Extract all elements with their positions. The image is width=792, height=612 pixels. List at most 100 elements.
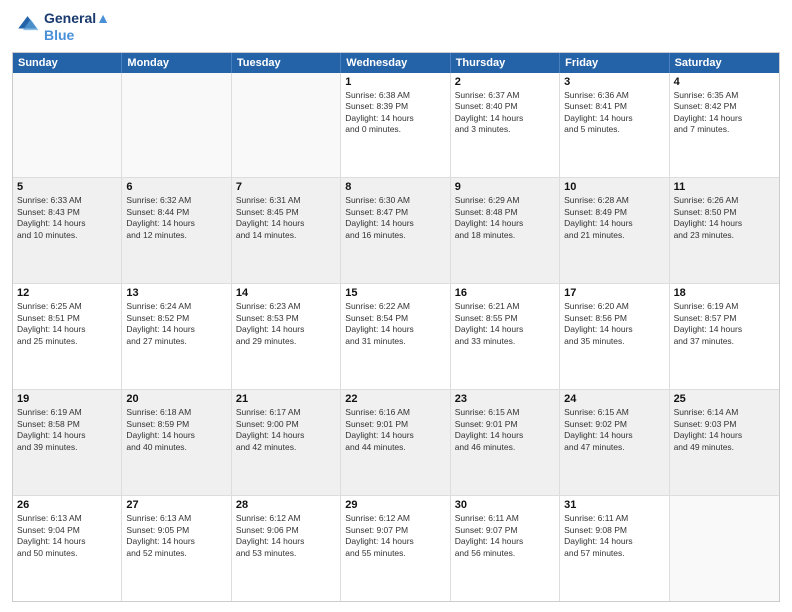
cell-text: Sunrise: 6:20 AMSunset: 8:56 PMDaylight:… (564, 301, 664, 347)
day-number: 15 (345, 287, 445, 299)
day-number: 25 (674, 393, 775, 405)
calendar-row-2: 12 Sunrise: 6:25 AMSunset: 8:51 PMDayligh… (13, 284, 779, 390)
day-number: 20 (126, 393, 226, 405)
cal-cell-24: 24 Sunrise: 6:15 AMSunset: 9:02 PMDayligh… (560, 390, 669, 495)
cell-text: Sunrise: 6:15 AMSunset: 9:01 PMDaylight:… (455, 407, 555, 453)
cell-text: Sunrise: 6:16 AMSunset: 9:01 PMDaylight:… (345, 407, 445, 453)
day-number: 30 (455, 499, 555, 511)
cell-text: Sunrise: 6:12 AMSunset: 9:06 PMDaylight:… (236, 513, 336, 559)
cell-text: Sunrise: 6:22 AMSunset: 8:54 PMDaylight:… (345, 301, 445, 347)
day-number: 14 (236, 287, 336, 299)
cal-cell-2: 2 Sunrise: 6:37 AMSunset: 8:40 PMDaylight… (451, 73, 560, 178)
cal-cell-13: 13 Sunrise: 6:24 AMSunset: 8:52 PMDayligh… (122, 284, 231, 389)
cell-text: Sunrise: 6:28 AMSunset: 8:49 PMDaylight:… (564, 195, 664, 241)
header: General▲Blue (12, 10, 780, 44)
header-cell-saturday: Saturday (670, 53, 779, 73)
cal-cell-6: 6 Sunrise: 6:32 AMSunset: 8:44 PMDaylight… (122, 178, 231, 283)
header-cell-tuesday: Tuesday (232, 53, 341, 73)
cal-cell-31: 31Sunrise: 6:11 AMSunset: 9:08 PMDayligh… (560, 496, 669, 601)
day-number: 23 (455, 393, 555, 405)
cal-cell-7: 7 Sunrise: 6:31 AMSunset: 8:45 PMDaylight… (232, 178, 341, 283)
cal-cell-1: 1 Sunrise: 6:38 AMSunset: 8:39 PMDaylight… (341, 73, 450, 178)
day-number: 31 (564, 499, 664, 511)
cell-text: Sunrise: 6:15 AMSunset: 9:02 PMDaylight:… (564, 407, 664, 453)
cell-text: Sunrise: 6:13 AMSunset: 9:05 PMDaylight:… (126, 513, 226, 559)
day-number: 6 (126, 181, 226, 193)
day-number: 3 (564, 76, 664, 88)
cell-text: Sunrise: 6:37 AMSunset: 8:40 PMDaylight:… (455, 90, 555, 136)
cal-cell-21: 21 Sunrise: 6:17 AMSunset: 9:00 PMDayligh… (232, 390, 341, 495)
cell-text: Sunrise: 6:18 AMSunset: 8:59 PMDaylight:… (126, 407, 226, 453)
cal-cell-26: 26 Sunrise: 6:13 AMSunset: 9:04 PMDayligh… (13, 496, 122, 601)
day-number: 21 (236, 393, 336, 405)
cal-cell-5: 5Sunrise: 6:33 AMSunset: 8:43 PMDaylight… (13, 178, 122, 283)
day-number: 26 (17, 499, 117, 511)
day-number: 11 (674, 181, 775, 193)
calendar-body: 1 Sunrise: 6:38 AMSunset: 8:39 PMDaylight… (13, 73, 779, 601)
cell-text: Sunrise: 6:17 AMSunset: 9:00 PMDaylight:… (236, 407, 336, 453)
day-number: 24 (564, 393, 664, 405)
cell-text: Sunrise: 6:30 AMSunset: 8:47 PMDaylight:… (345, 195, 445, 241)
day-number: 1 (345, 76, 445, 88)
cal-cell-28: 28 Sunrise: 6:12 AMSunset: 9:06 PMDayligh… (232, 496, 341, 601)
cal-cell-17: 17 Sunrise: 6:20 AMSunset: 8:56 PMDayligh… (560, 284, 669, 389)
cell-text: Sunrise: 6:31 AMSunset: 8:45 PMDaylight:… (236, 195, 336, 241)
header-cell-sunday: Sunday (13, 53, 122, 73)
day-number: 22 (345, 393, 445, 405)
logo-icon (12, 13, 40, 41)
cal-cell-empty-4-6 (670, 496, 779, 601)
cal-cell-11: 11 Sunrise: 6:26 AMSunset: 8:50 PMDayligh… (670, 178, 779, 283)
cal-cell-12: 12 Sunrise: 6:25 AMSunset: 8:51 PMDayligh… (13, 284, 122, 389)
day-number: 4 (674, 76, 775, 88)
cal-cell-15: 15 Sunrise: 6:22 AMSunset: 8:54 PMDayligh… (341, 284, 450, 389)
header-cell-thursday: Thursday (451, 53, 560, 73)
cal-cell-18: 18Sunrise: 6:19 AMSunset: 8:57 PMDayligh… (670, 284, 779, 389)
day-number: 2 (455, 76, 555, 88)
cal-cell-3: 3 Sunrise: 6:36 AMSunset: 8:41 PMDaylight… (560, 73, 669, 178)
cell-text: Sunrise: 6:19 AMSunset: 8:57 PMDaylight:… (674, 301, 775, 347)
cell-text: Sunrise: 6:13 AMSunset: 9:04 PMDaylight:… (17, 513, 117, 559)
logo: General▲Blue (12, 10, 110, 44)
cal-cell-empty-0-2 (232, 73, 341, 178)
cell-text: Sunrise: 6:19 AMSunset: 8:58 PMDaylight:… (17, 407, 117, 453)
cal-cell-4: 4 Sunrise: 6:35 AMSunset: 8:42 PMDaylight… (670, 73, 779, 178)
cal-cell-10: 10Sunrise: 6:28 AMSunset: 8:49 PMDayligh… (560, 178, 669, 283)
cell-text: Sunrise: 6:32 AMSunset: 8:44 PMDaylight:… (126, 195, 226, 241)
day-number: 17 (564, 287, 664, 299)
cell-text: Sunrise: 6:24 AMSunset: 8:52 PMDaylight:… (126, 301, 226, 347)
cal-cell-23: 23 Sunrise: 6:15 AMSunset: 9:01 PMDayligh… (451, 390, 560, 495)
cell-text: Sunrise: 6:29 AMSunset: 8:48 PMDaylight:… (455, 195, 555, 241)
cell-text: Sunrise: 6:36 AMSunset: 8:41 PMDaylight:… (564, 90, 664, 136)
cell-text: Sunrise: 6:25 AMSunset: 8:51 PMDaylight:… (17, 301, 117, 347)
day-number: 29 (345, 499, 445, 511)
day-number: 8 (345, 181, 445, 193)
cal-cell-9: 9 Sunrise: 6:29 AMSunset: 8:48 PMDaylight… (451, 178, 560, 283)
cal-cell-19: 19Sunrise: 6:19 AMSunset: 8:58 PMDayligh… (13, 390, 122, 495)
cal-cell-25: 25Sunrise: 6:14 AMSunset: 9:03 PMDayligh… (670, 390, 779, 495)
cell-text: Sunrise: 6:26 AMSunset: 8:50 PMDaylight:… (674, 195, 775, 241)
cell-text: Sunrise: 6:21 AMSunset: 8:55 PMDaylight:… (455, 301, 555, 347)
cal-cell-29: 29 Sunrise: 6:12 AMSunset: 9:07 PMDayligh… (341, 496, 450, 601)
cell-text: Sunrise: 6:33 AMSunset: 8:43 PMDaylight:… (17, 195, 117, 241)
day-number: 28 (236, 499, 336, 511)
day-number: 12 (17, 287, 117, 299)
cal-cell-27: 27 Sunrise: 6:13 AMSunset: 9:05 PMDayligh… (122, 496, 231, 601)
calendar-row-1: 5Sunrise: 6:33 AMSunset: 8:43 PMDaylight… (13, 178, 779, 284)
cell-text: Sunrise: 6:38 AMSunset: 8:39 PMDaylight:… (345, 90, 445, 136)
calendar: SundayMondayTuesdayWednesdayThursdayFrid… (12, 52, 780, 602)
cell-text: Sunrise: 6:35 AMSunset: 8:42 PMDaylight:… (674, 90, 775, 136)
calendar-row-4: 26 Sunrise: 6:13 AMSunset: 9:04 PMDayligh… (13, 496, 779, 601)
cal-cell-8: 8 Sunrise: 6:30 AMSunset: 8:47 PMDaylight… (341, 178, 450, 283)
day-number: 16 (455, 287, 555, 299)
cal-cell-16: 16 Sunrise: 6:21 AMSunset: 8:55 PMDayligh… (451, 284, 560, 389)
cell-text: Sunrise: 6:12 AMSunset: 9:07 PMDaylight:… (345, 513, 445, 559)
cal-cell-empty-0-1 (122, 73, 231, 178)
cal-cell-20: 20 Sunrise: 6:18 AMSunset: 8:59 PMDayligh… (122, 390, 231, 495)
header-cell-friday: Friday (560, 53, 669, 73)
cal-cell-14: 14Sunrise: 6:23 AMSunset: 8:53 PMDayligh… (232, 284, 341, 389)
day-number: 27 (126, 499, 226, 511)
day-number: 7 (236, 181, 336, 193)
day-number: 13 (126, 287, 226, 299)
day-number: 9 (455, 181, 555, 193)
header-cell-monday: Monday (122, 53, 231, 73)
